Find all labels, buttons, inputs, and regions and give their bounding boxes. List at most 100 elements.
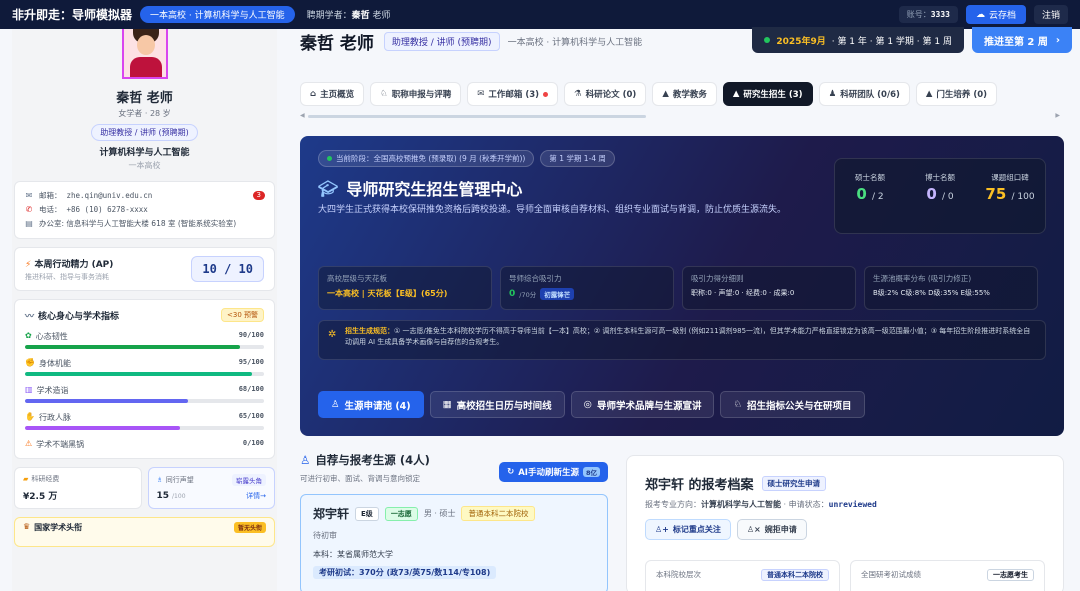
title-card: ♛ 国家学术头衔 暂无头衔 <box>14 517 275 548</box>
candidate-name: 郑宇轩 <box>313 507 350 521</box>
team-icon: ♟ <box>828 89 837 99</box>
logout-button[interactable]: 注销 <box>1033 5 1068 24</box>
cap-icon: ▲ <box>732 89 740 99</box>
warning-badge: <30 预警 <box>221 308 264 323</box>
metric-item: ✋ 行政人脉 65/100 <box>25 412 264 431</box>
date-display: 2025年9月 · 第 1 年 · 第 1 学期 · 第 1 周 <box>752 27 964 53</box>
reputation-value: 15 <box>156 491 170 502</box>
candidate-choice: 一志愿 <box>384 506 418 521</box>
recruit-tab-3[interactable]: ♘ 招生指标公关与在研项目 <box>720 391 865 418</box>
app-title: 非升即走：导师模拟器 <box>12 8 133 22</box>
globe-icon: ◎ <box>583 399 592 410</box>
office-row: ▤ 办公室: 信息科学与人工智能大楼 618 室 (智能系统实验室) <box>25 218 237 228</box>
phone-icon: ✆ <box>25 204 33 214</box>
reputation-tag: 崭露头角 <box>232 474 266 487</box>
phase-pill: 当前阶段：全国高校预推免 (预录取) (9 月 (秋季开学前)) <box>318 150 535 167</box>
stat-attraction-detail: 吸引力得分细则 职称:0 · 声望:0 · 经费:0 · 成果:0 <box>682 266 856 310</box>
cap-icon: ▲ <box>925 89 933 99</box>
email-row[interactable]: ✉ 邮箱： zhe.qin@univ.edu.cn 3 <box>24 191 265 202</box>
home-icon: ⌂ <box>310 89 317 99</box>
tabs-scrollbar[interactable]: ◀ ▶ <box>300 112 1060 119</box>
top-bar: 非升即走：导师模拟器 一本高校 · 计算机科学与人工智能 聘期学者：秦哲 老师 … <box>0 0 1080 29</box>
ai-refresh-button[interactable]: ↻ AI手动刷新生源 8亿 <box>499 462 608 482</box>
pool-subtitle: 可进行初审、面试、背调与意向锁定 <box>300 474 420 483</box>
contact-card: ✉ 邮箱： zhe.qin@univ.edu.cn 3 ✆ 电话： +86 (10)… <box>14 181 275 240</box>
stat-tier: 高校层级与天花板 一本高校 | 天花板【E级】(65分) <box>318 266 492 310</box>
metric-item: ✊ 身体机能 95/100 <box>25 358 264 377</box>
hero-description: 大四学生正式获得本校保研推免资格后跨校投递。导师全面审核自荐材料、组织专业面试与… <box>318 205 787 215</box>
recruit-tab-2[interactable]: ◎ 导师学术品牌与生源宣讲 <box>570 391 715 418</box>
funds-value: ¥2.5 万 <box>23 492 58 503</box>
recruitment-tabs: ♙ 生源申请池 (4) ▦ 高校招生日历与时间线 ◎ 导师学术品牌与生源宣讲 ♘ 招生指标公关… <box>318 391 865 418</box>
energy-value: 10 / 10 <box>191 256 264 283</box>
candidate-status: 待初审 <box>313 531 337 540</box>
cloud-icon: ☁ <box>975 9 985 20</box>
chevron-right-icon: › <box>1055 34 1060 46</box>
sprout-icon: ✿ <box>25 331 32 341</box>
tab-1[interactable]: ♘ 职称申报与评聘 <box>370 82 462 106</box>
mail-icon: ✉ <box>477 89 485 99</box>
dossier-subtitle: 报考专业方向：计算机科学与人工智能 · 申请状态：unreviewed <box>645 500 877 509</box>
trophy-icon: ♛ <box>23 522 31 532</box>
next-week-button[interactable]: 推进至第 2 周 › <box>971 27 1072 53</box>
decline-button[interactable]: ♙× 婉拒申请 <box>736 519 807 540</box>
funds-card: ▰ 科研经费 ¥2.5 万 <box>14 467 142 510</box>
muscle-icon: ✊ <box>25 358 35 368</box>
warning-icon: ⚠ <box>25 439 33 449</box>
term-pill: 第 1 学期 1-4 周 <box>540 150 615 167</box>
reputation-detail-link[interactable]: 详情→ <box>246 491 266 501</box>
applicant-pool: ♙ 自荐与报考生源 (4人) 可进行初审、面试、背调与意向锁定 ↻ AI手动刷新生源… <box>300 452 608 591</box>
cap-icon: ▲ <box>662 89 669 99</box>
candidate-sex: 男 · 硕士 <box>423 509 456 518</box>
energy-card: ⚡ 本周行动精力 (AP) 推进科研、指导与事务消耗 10 / 10 <box>14 247 275 292</box>
mark-focus-button[interactable]: ♙+ 标记重点关注 <box>645 519 731 540</box>
reputation-icon: ♗ <box>156 476 163 485</box>
recruit-tab-0[interactable]: ♙ 生源申请池 (4) <box>318 391 424 418</box>
tab-6[interactable]: ♟ 科研团队 (0/6) <box>818 82 910 106</box>
tab-3[interactable]: ⚗ 科研论文 (0) <box>564 82 647 106</box>
candidate-dossier: 郑宇轩 的报考档案 硕士研究生申请 报考专业方向：计算机科学与人工智能 · 申请… <box>626 455 1064 591</box>
hired-scholar: 聘期学者：秦哲 老师 <box>306 11 391 21</box>
main-tabs: ⌂ 主页概览 ♘ 职称申报与评聘 ✉ 工作邮箱 (3) ⚗ 科研论文 (0) ▲ 教学教务 ▲ 研究生… <box>300 82 998 106</box>
tab-4[interactable]: ▲ 教学教务 <box>652 82 717 106</box>
candidate-card[interactable]: 郑宇轩 E级 一志愿 男 · 硕士 普通本科二本院校 待初审 本科：某省属师范大… <box>300 494 608 591</box>
award-icon: ♘ <box>380 89 388 99</box>
title-tag: 暂无头衔 <box>233 522 266 534</box>
sidebar: 秦哲 老师 女学者 · 28 岁 助理教授 / 讲师 (预聘期) 计算机科学与人… <box>12 29 277 591</box>
profile-title-badge: 助理教授 / 讲师 (预聘期) <box>91 124 198 141</box>
quota-box: 硕士名额 0 / 2 博士名额 0 / 0 课题组口碑 75 / 100 <box>834 158 1046 234</box>
hero-title: 导师研究生招生管理中心 <box>346 180 523 199</box>
mail-icon: ✉ <box>25 191 33 200</box>
dossier-undergrad-card: 本科院校层次 普通本科二本院校 <box>645 560 840 591</box>
account-info: 账号：3333 <box>898 6 958 23</box>
dossier-exam-card: 全国研考初试成绩 一志愿考生 <box>850 560 1045 591</box>
tab-0[interactable]: ⌂ 主页概览 <box>300 82 365 106</box>
dossier-tag: 硕士研究生申请 <box>761 476 827 491</box>
school-pill: 一本高校 · 计算机科学与人工智能 <box>140 6 295 23</box>
quota-item: 博士名额 0 / 0 <box>925 173 955 203</box>
avatar <box>121 29 168 79</box>
email-unread-badge: 3 <box>252 191 265 201</box>
award-icon: ♘ <box>733 399 742 410</box>
bolt-icon: ⚡ <box>25 259 32 270</box>
metrics-title: 核心身心与学术指标 <box>38 311 120 322</box>
metrics-card: 〰 核心身心与学术指标 <30 预警 ✿ 心态韧性 90/100 ✊ 身体机能 95/10… <box>14 299 275 460</box>
metric-item: ⚠ 学术不端黑锅 0/100 <box>25 439 264 450</box>
candidate-undergrad: 本科：某省属师范大学 <box>313 550 393 559</box>
cloud-save-button[interactable]: ☁ 云存档 <box>965 5 1026 24</box>
main-area: 秦哲 老师 助理教授 / 讲师 (预聘期) 一本高校 · 计算机科学与人工智能 … <box>300 27 1072 591</box>
tab-7[interactable]: ▲ 门生培养 (0) <box>915 82 998 106</box>
rank-badge: 助理教授 / 讲师 (预聘期) <box>383 31 500 51</box>
page-title: 秦哲 老师 <box>300 33 374 54</box>
tab-2[interactable]: ✉ 工作邮箱 (3) <box>467 82 559 106</box>
profile-name: 秦哲 老师 <box>116 91 173 106</box>
flask-icon: ⚗ <box>574 89 582 99</box>
tab-5[interactable]: ▲ 研究生招生 (3) <box>722 82 813 106</box>
recruit-tab-1[interactable]: ▦ 高校招生日历与时间线 <box>429 391 565 418</box>
profile-card: 秦哲 老师 女学者 · 28 岁 助理教授 / 讲师 (预聘期) 计算机科学与人… <box>12 29 277 171</box>
recruitment-hero: 当前阶段：全国高校预推免 (预录取) (9 月 (秋季开学前)) 第 1 学期 … <box>300 136 1064 436</box>
graduation-cap-icon: 🎓︎ <box>318 178 339 198</box>
reputation-card: ♗ 同行声望 崭露头角 15/100 详情→ <box>147 467 275 510</box>
quota-item: 课题组口碑 75 / 100 <box>985 173 1035 203</box>
pool-title: 自荐与报考生源 (4人) <box>315 453 430 467</box>
